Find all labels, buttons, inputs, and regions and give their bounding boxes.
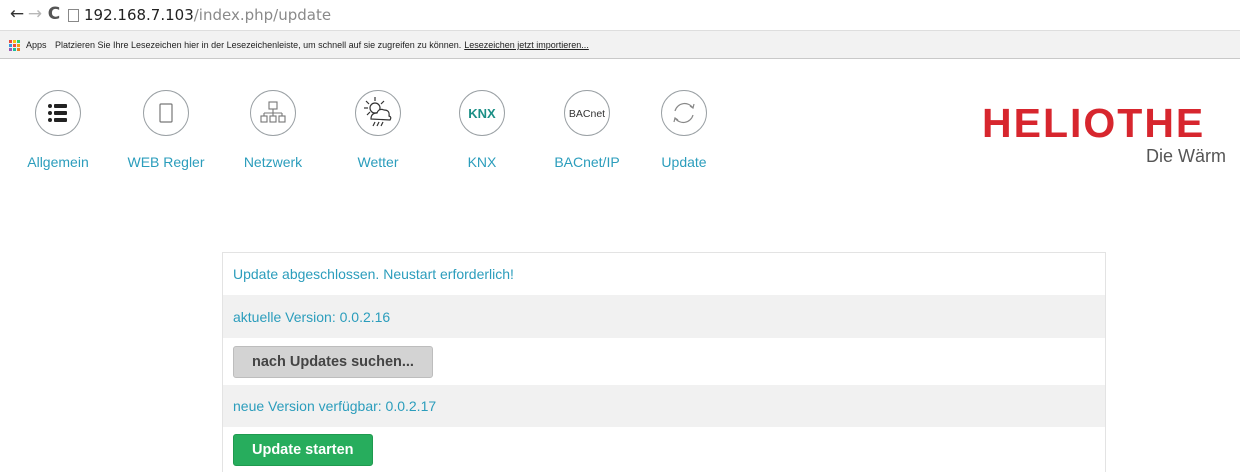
bookmarks-hint: Platzieren Sie Ihre Lesezeichen hier in … [55, 40, 589, 50]
network-icon [250, 90, 296, 136]
page-icon [68, 9, 79, 22]
nav-item-bacnet[interactable]: BACnet BACnet/IP [532, 90, 642, 170]
nav-item-update[interactable]: Update [629, 90, 739, 170]
tablet-icon [143, 90, 189, 136]
nav-label: Update [661, 154, 707, 170]
bacnet-icon: BACnet [564, 90, 610, 136]
current-version-text: aktuelle Version: 0.0.2.16 [233, 308, 391, 325]
search-updates-button[interactable]: nach Updates suchen... [233, 345, 433, 378]
nav-label: KNX [467, 154, 497, 170]
current-version-row: aktuelle Version: 0.0.2.16 [223, 295, 1105, 338]
search-updates-row: nach Updates suchen... [223, 338, 1105, 385]
nav-label: BACnet/IP [554, 154, 620, 170]
update-status-row: Update abgeschlossen. Neustart erforderl… [223, 253, 1105, 295]
apps-label[interactable]: Apps [26, 40, 47, 50]
nav-label: Allgemein [27, 154, 89, 170]
nav-item-wetter[interactable]: Wetter [323, 90, 433, 170]
url-field[interactable]: 192.168.7.103/index.php/update [84, 6, 331, 24]
svg-text:KNX: KNX [468, 106, 496, 121]
brand-tagline: Die Wärm [1146, 146, 1226, 166]
start-update-button[interactable]: Update starten [233, 433, 373, 466]
nav-item-web-regler[interactable]: WEB Regler [111, 90, 221, 170]
new-version-row: neue Version verfügbar: 0.0.2.17 [223, 385, 1105, 427]
heliotherm-logo: HELIOTHE [982, 100, 1206, 146]
nav-item-allgemein[interactable]: Allgemein [3, 90, 113, 170]
nav-item-knx[interactable]: KNX KNX [427, 90, 537, 170]
back-arrow-icon[interactable]: ← [8, 5, 26, 23]
svg-text:BACnet: BACnet [569, 108, 605, 120]
import-bookmarks-link[interactable]: Lesezeichen jetzt importieren... [464, 40, 589, 50]
apps-grid-icon[interactable] [9, 40, 20, 51]
bookmarks-bar: Apps Platzieren Sie Ihre Lesezeichen hie… [0, 30, 1240, 59]
reload-icon[interactable]: C [45, 5, 63, 23]
weather-icon [355, 90, 401, 136]
refresh-icon [661, 90, 707, 136]
start-update-row: Update starten [223, 427, 1105, 472]
new-version-text: neue Version verfügbar: 0.0.2.17 [233, 398, 437, 414]
list-icon [35, 90, 81, 136]
knx-icon: KNX [459, 90, 505, 136]
update-status-text: Update abgeschlossen. Neustart erforderl… [233, 266, 514, 282]
forward-arrow-icon[interactable]: → [26, 5, 44, 23]
nav-item-netzwerk[interactable]: Netzwerk [218, 90, 328, 170]
url-host: 192.168.7.103 [84, 6, 194, 24]
bookmarks-hint-text: Platzieren Sie Ihre Lesezeichen hier in … [55, 40, 462, 50]
nav-label: WEB Regler [127, 154, 205, 170]
nav-label: Wetter [357, 154, 399, 170]
browser-address-bar: ← → C 192.168.7.103/index.php/update [0, 0, 1240, 30]
nav-label: Netzwerk [243, 154, 303, 170]
update-panel: Update abgeschlossen. Neustart erforderl… [222, 252, 1106, 472]
url-path: /index.php/update [193, 6, 332, 24]
